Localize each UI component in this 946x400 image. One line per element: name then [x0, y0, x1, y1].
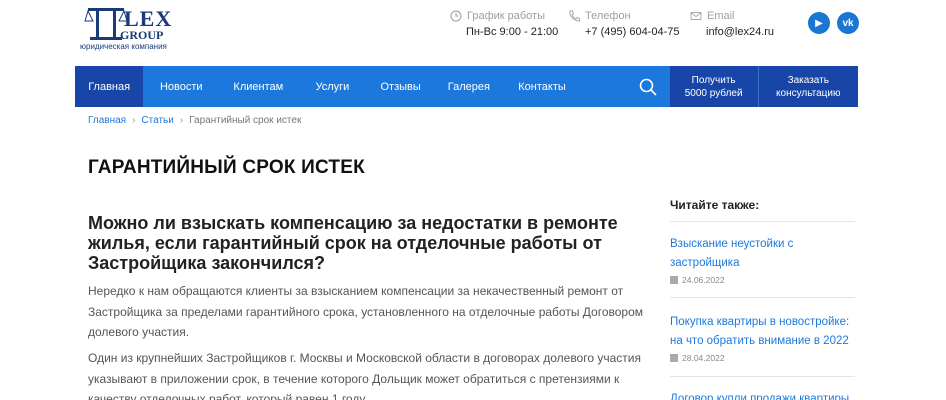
- site-header: LEX GROUP юридическая компания График ра…: [0, 0, 946, 65]
- nav-item-services[interactable]: Услуги: [297, 66, 367, 107]
- email-label: Email: [707, 10, 735, 22]
- nav-item-news[interactable]: Новости: [143, 66, 219, 107]
- vk-icon[interactable]: vk: [837, 12, 859, 34]
- calendar-icon: [670, 354, 678, 362]
- article-date: 28.04.2022: [670, 353, 855, 363]
- email-info: Email info@lex24.ru: [690, 9, 774, 38]
- sidebar-heading: Читайте также:: [670, 198, 760, 212]
- list-item: Договор купли продажи квартиры: [670, 390, 855, 400]
- phone-info: Телефон +7 (495) 604-04-75: [568, 9, 679, 38]
- logo-group-text: GROUP: [120, 28, 164, 42]
- related-article-link[interactable]: Договор купли продажи квартиры: [670, 390, 855, 400]
- divider: [670, 376, 855, 377]
- article-heading: Можно ли взыскать компенсацию за недоста…: [88, 213, 618, 273]
- clock-icon: [450, 10, 462, 22]
- article-paragraph: Нередко к нам обращаются клиенты за взыс…: [88, 284, 644, 339]
- calendar-icon: [670, 276, 678, 284]
- search-button[interactable]: [628, 66, 669, 107]
- nav-item-clients[interactable]: Клиентам: [219, 66, 297, 107]
- envelope-icon: [690, 12, 702, 20]
- order-consultation-button[interactable]: Заказать консультацию: [757, 66, 858, 107]
- cta1-line2: 5000 рублей: [684, 87, 743, 99]
- search-icon: [639, 78, 657, 96]
- company-logo[interactable]: LEX GROUP юридическая компания: [80, 6, 171, 52]
- schedule-value: Пн-Вс 9:00 - 21:00: [466, 26, 559, 38]
- date-text: 28.04.2022: [682, 353, 725, 363]
- chevron-right-icon: ›: [132, 115, 136, 126]
- date-text: 24.06.2022: [682, 275, 725, 285]
- divider: [670, 221, 855, 222]
- email-value[interactable]: info@lex24.ru: [706, 26, 774, 38]
- breadcrumb-home[interactable]: Главная: [88, 115, 126, 126]
- related-article-link[interactable]: Покупка квартиры в новостройке: на что о…: [670, 313, 855, 350]
- nav-item-gallery[interactable]: Галерея: [434, 66, 504, 107]
- divider: [670, 297, 855, 298]
- article-date: 24.06.2022: [670, 275, 855, 285]
- page-title: ГАРАНТИЙНЫЙ СРОК ИСТЕК: [88, 157, 365, 178]
- nav-item-contacts[interactable]: Контакты: [504, 66, 580, 107]
- breadcrumb: Главная › Статьи › Гарантийный срок исте…: [88, 115, 301, 126]
- schedule-info: График работы Пн-Вс 9:00 - 21:00: [450, 9, 558, 38]
- phone-icon: [569, 10, 580, 22]
- schedule-label: График работы: [467, 10, 545, 22]
- breadcrumb-articles[interactable]: Статьи: [141, 115, 173, 126]
- cta2-line2: консультацию: [776, 87, 841, 99]
- related-article-link[interactable]: Взыскание неустойки с застройщика: [670, 235, 855, 272]
- logo-subtitle: юридическая компания: [80, 42, 167, 51]
- cta1-line1: Получить: [691, 74, 736, 86]
- list-item: Покупка квартиры в новостройке: на что о…: [670, 313, 855, 363]
- youtube-icon[interactable]: ▶: [808, 12, 830, 34]
- article-paragraph: Один из крупнейших Застройщиков г. Москв…: [88, 351, 641, 400]
- chevron-right-icon: ›: [179, 115, 184, 126]
- get-money-button[interactable]: Получить 5000 рублей: [668, 66, 758, 107]
- breadcrumb-current: Гарантийный срок истек: [189, 115, 302, 126]
- list-item: Взыскание неустойки с застройщика 24.06.…: [670, 235, 855, 285]
- nav-item-home[interactable]: Главная: [75, 66, 144, 107]
- main-navigation: Главная Новости Клиентам Услуги Отзывы Г…: [75, 66, 858, 107]
- phone-value[interactable]: +7 (495) 604-04-75: [585, 26, 679, 38]
- nav-item-reviews[interactable]: Отзывы: [368, 66, 434, 107]
- related-articles-sidebar: Читайте также: Взыскание неустойки с зас…: [670, 198, 860, 400]
- phone-label: Телефон: [585, 10, 631, 22]
- cta2-line1: Заказать: [787, 74, 829, 86]
